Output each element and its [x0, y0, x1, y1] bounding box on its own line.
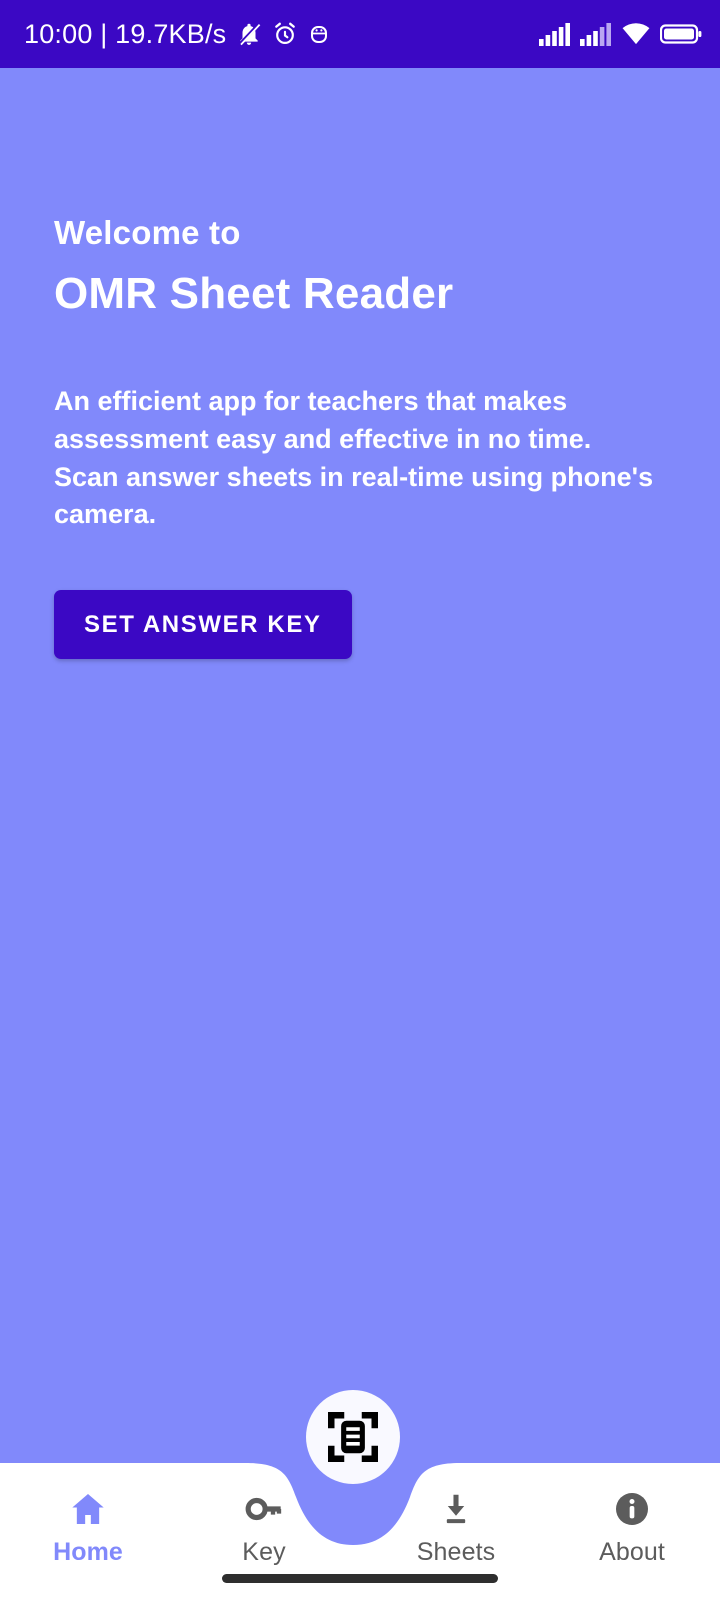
alarm-clock-icon [275, 22, 296, 44]
set-answer-key-button[interactable]: SET ANSWER KEY [54, 590, 352, 660]
nav-label-sheets: Sheets [416, 1538, 496, 1566]
hero-section: Welcome to OMR Sheet Reader An efficient… [0, 68, 720, 660]
bell-muted-icon [238, 23, 261, 46]
nav-item-home[interactable]: Home [0, 1445, 176, 1567]
status-bar-right [539, 22, 702, 46]
info-icon [612, 1489, 652, 1529]
key-icon [244, 1489, 284, 1529]
page-title: OMR Sheet Reader [54, 269, 454, 319]
home-icon [68, 1489, 108, 1529]
nav-label-home: Home [53, 1538, 123, 1566]
status-clock: 10:00 | 19.7KB/s [24, 18, 227, 49]
download-icon [437, 1489, 475, 1529]
scan-fab-button[interactable] [306, 1390, 400, 1484]
signal-bars-icon [539, 23, 570, 46]
app-description: An efficient app for teachers that makes… [54, 385, 654, 530]
status-bar-left: 10:00 | 19.7KB/s [24, 19, 539, 50]
app-screen: 10:00 | 19.7KB/s Welcome to OMR Sheet Re… [0, 0, 720, 1600]
nav-item-about[interactable]: About [544, 1445, 720, 1567]
nav-item-sheets[interactable]: Sheets [368, 1445, 544, 1567]
battery-icon [660, 24, 702, 44]
nav-label-key: Key [242, 1538, 286, 1566]
android-robot-icon [311, 26, 328, 43]
welcome-label: Welcome to [54, 214, 241, 251]
status-bar: 10:00 | 19.7KB/s [0, 0, 720, 68]
gesture-home-bar[interactable] [222, 1574, 498, 1583]
document-scanner-icon [328, 1412, 378, 1462]
nav-label-about: About [599, 1538, 665, 1566]
signal-bars-secondary-icon [580, 23, 611, 46]
wifi-icon [622, 23, 650, 45]
